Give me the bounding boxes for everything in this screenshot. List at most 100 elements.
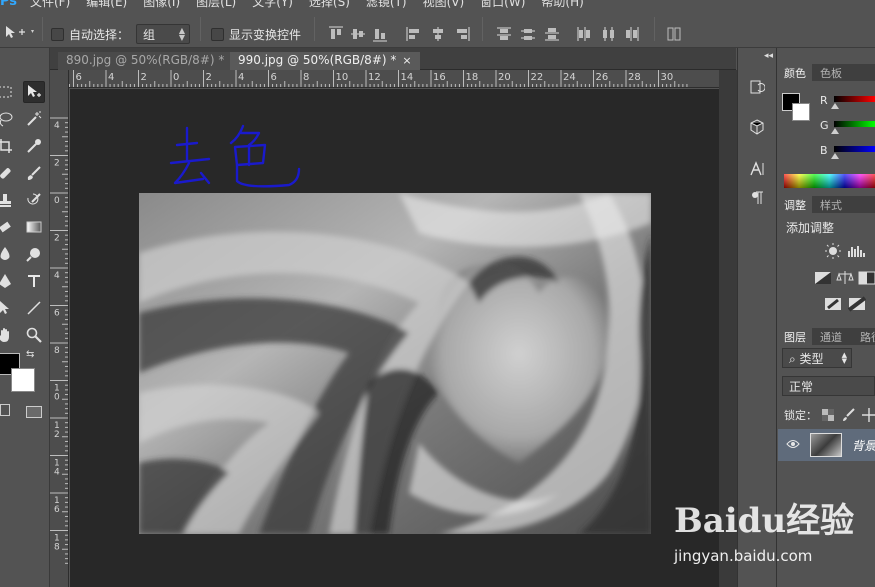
blue-slider-track[interactable] [834, 146, 875, 152]
3d-panel-icon[interactable] [746, 116, 768, 138]
green-slider-thumb[interactable] [831, 128, 839, 134]
brightness-contrast-icon[interactable] [824, 243, 842, 259]
path-selection-tool[interactable] [0, 297, 16, 319]
levels-icon[interactable] [848, 243, 866, 259]
color-panel-background-swatch[interactable] [792, 103, 810, 121]
menu-window[interactable]: 窗口(W) [480, 0, 525, 10]
distribute-right-edges-icon[interactable] [624, 26, 640, 42]
lock-position-icon[interactable] [862, 408, 875, 422]
screen-mode-icon[interactable] [26, 406, 42, 418]
line-tool[interactable] [23, 297, 45, 319]
menu-file[interactable]: 文件(F) [30, 0, 70, 10]
menu-image[interactable]: 图像(I) [143, 0, 180, 10]
distribute-left-edges-icon[interactable] [576, 26, 592, 42]
hand-tool[interactable] [0, 324, 16, 346]
marquee-tool[interactable] [0, 81, 16, 103]
tab-layers[interactable]: 图层 [778, 328, 812, 345]
lasso-tool[interactable] [0, 108, 16, 130]
tab-styles[interactable]: 样式 [814, 196, 848, 213]
auto-select-target-dropdown[interactable]: 组 ▲ ▼ [136, 24, 190, 44]
distribute-bottom-edges-icon[interactable] [544, 26, 560, 42]
gradient-tool[interactable] [23, 216, 45, 238]
layer-name[interactable]: 背景 [852, 437, 875, 454]
distribute-horizontal-centers-icon[interactable] [600, 26, 616, 42]
blue-slider-thumb[interactable] [831, 153, 839, 159]
lock-image-pixels-icon[interactable] [842, 408, 856, 422]
healing-brush-tool[interactable] [0, 162, 16, 184]
tab-label: 890.jpg @ 50%(RGB/8#) * [66, 53, 225, 67]
close-tab-icon[interactable]: × [402, 54, 411, 67]
menu-edit[interactable]: 编辑(E) [86, 0, 127, 10]
horizontal-ruler[interactable]: 8642024681012141618202224262830 [69, 70, 719, 88]
ruler-label: 2 [54, 234, 60, 244]
blur-tool[interactable] [0, 243, 16, 265]
lasso-icon [0, 112, 13, 127]
tab-paths[interactable]: 路径 [854, 328, 875, 345]
background-color-swatch[interactable] [11, 368, 35, 392]
exposure-icon[interactable] [814, 270, 832, 286]
type-tool[interactable] [23, 270, 45, 292]
green-slider-track[interactable] [834, 121, 875, 127]
character-panel-icon[interactable] [746, 158, 768, 180]
auto-select-checkbox[interactable] [51, 28, 64, 41]
history-brush-tool[interactable] [23, 189, 45, 211]
tab-890[interactable]: 890.jpg @ 50%(RGB/8#) *× [58, 52, 248, 70]
magic-wand-tool[interactable] [23, 108, 45, 130]
align-left-edges-icon[interactable] [406, 26, 422, 42]
invert-icon[interactable] [824, 296, 842, 312]
layers-panel-tabs: 图层 通道 路径 [778, 328, 875, 345]
menu-select[interactable]: 选择(S) [309, 0, 350, 10]
move-tool[interactable] [23, 81, 45, 103]
ruler-label: 18 [466, 72, 479, 83]
collapse-panels-icon[interactable]: ◂◂ [764, 51, 773, 61]
lock-transparent-pixels-icon[interactable] [822, 409, 834, 421]
align-right-edges-icon[interactable] [454, 26, 470, 42]
crop-tool[interactable] [0, 135, 16, 157]
align-horizontal-centers-icon[interactable] [430, 26, 446, 42]
document-image-silk-fabric[interactable] [139, 193, 651, 534]
tab-adjustments[interactable]: 调整 [778, 196, 812, 213]
eyedropper-tool[interactable] [23, 135, 45, 157]
menu-filter[interactable]: 滤镜(T) [366, 0, 407, 10]
align-top-edges-icon[interactable] [328, 26, 344, 42]
blend-mode-dropdown[interactable]: 正常 [782, 376, 875, 396]
history-panel-icon[interactable] [746, 76, 768, 98]
zoom-tool[interactable] [23, 324, 45, 346]
tab-swatches[interactable]: 色板 [814, 64, 848, 81]
align-vertical-centers-icon[interactable] [350, 26, 366, 42]
gradient-map-icon[interactable] [848, 296, 866, 312]
menu-layer[interactable]: 图层(L) [196, 0, 236, 10]
vertical-ruler[interactable]: 42024681012141618 [50, 70, 69, 587]
pen-tool[interactable] [0, 270, 16, 292]
paragraph-panel-icon[interactable] [746, 187, 768, 209]
color-spectrum-ramp[interactable] [784, 174, 875, 188]
swap-colors-icon[interactable]: ⇆ [26, 349, 34, 360]
clone-stamp-tool[interactable] [0, 189, 16, 211]
quick-mask-icon[interactable] [0, 404, 10, 416]
black-white-icon[interactable] [858, 270, 875, 286]
distribute-top-edges-icon[interactable] [496, 26, 512, 42]
move-tool-preset-picker[interactable] [4, 24, 36, 40]
red-slider-thumb[interactable] [831, 103, 839, 109]
tab-color[interactable]: 颜色 [778, 64, 812, 81]
layer-row-background[interactable]: 背景 [778, 429, 875, 461]
align-bottom-edges-icon[interactable] [372, 26, 388, 42]
tab-channels[interactable]: 通道 [814, 328, 848, 345]
distribute-vertical-centers-icon[interactable] [520, 26, 536, 42]
color-balance-icon[interactable] [836, 270, 854, 286]
menu-type[interactable]: 文字(Y) [252, 0, 293, 10]
ruler-label: 4 [54, 121, 60, 131]
auto-align-layers-icon[interactable] [666, 26, 682, 42]
menu-help[interactable]: 帮助(H) [541, 0, 583, 10]
eraser-tool[interactable] [0, 216, 16, 238]
tab-990[interactable]: 990.jpg @ 50%(RGB/8#) * × [230, 52, 420, 70]
type-t-icon [28, 275, 40, 287]
dodge-tool[interactable] [23, 243, 45, 265]
eye-visibility-icon[interactable] [786, 439, 800, 449]
brush-tool[interactable] [23, 162, 45, 184]
show-transform-checkbox[interactable] [211, 28, 224, 41]
pen-icon [0, 274, 11, 288]
red-slider-track[interactable] [834, 96, 875, 102]
layer-filter-type-dropdown[interactable]: ⌕ 类型 ▲ ▼ [782, 348, 852, 368]
menu-view[interactable]: 视图(V) [423, 0, 465, 10]
